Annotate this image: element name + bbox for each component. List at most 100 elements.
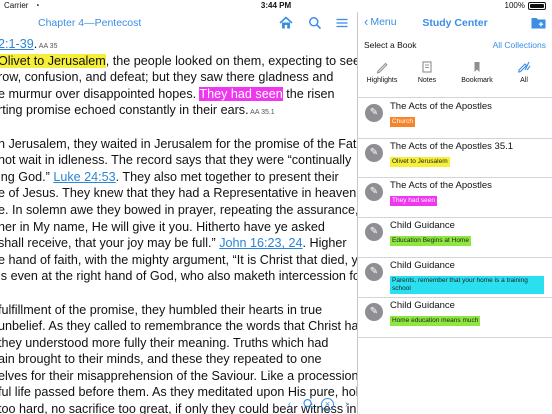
tab-notes-label: Notes: [417, 77, 437, 84]
text-line: elves for their misapprehension of the S…: [0, 368, 357, 385]
menu-icon[interactable]: [335, 16, 349, 30]
highlight-tag: Olivet to Jerusalem: [390, 157, 450, 167]
body-text: ain brought to their minds, and these th…: [0, 352, 322, 367]
reader-bottom-toolbar: ‹ × ›: [283, 396, 353, 412]
text-line: they understood more fully their meaning…: [0, 335, 348, 352]
tab-bookmark-label: Bookmark: [461, 77, 493, 84]
text-line: 2:1-39. AA 35: [0, 36, 348, 53]
body-text: . Higher: [302, 236, 347, 251]
all-icon: [518, 61, 531, 73]
body-text: is even at the right hand of God, who al…: [0, 269, 357, 284]
tab-all[interactable]: All: [500, 56, 548, 98]
reader-nav-bar: Chapter 4—Pentecost: [0, 12, 357, 34]
pencil-icon: ✎: [365, 104, 383, 122]
home-icon[interactable]: [279, 16, 293, 30]
text-line: Olivet to Jerusalem, the people looked o…: [0, 53, 357, 70]
find-icon[interactable]: [302, 397, 315, 411]
select-book-button[interactable]: Select a Book: [364, 40, 416, 50]
item-book-title: The Acts of the Apostles: [390, 101, 492, 112]
body-text: e hand of faith, with the mighty argumen…: [0, 252, 357, 267]
tab-all-label: All: [520, 77, 528, 84]
pencil-icon: ✎: [365, 183, 383, 201]
reader-pane: Chapter 4—Pentecost 2:1-39. AA 35 Olivet…: [0, 12, 357, 414]
text-line: n Jerusalem, they waited in Jerusalem fo…: [0, 136, 357, 153]
highlighted-text[interactable]: They had seen: [199, 86, 283, 101]
battery-indicator: 100%: [505, 1, 546, 10]
scripture-reference-link[interactable]: 2:1-39: [0, 37, 34, 51]
study-nav-bar: ‹ Menu Study Center: [358, 12, 552, 34]
list-item[interactable]: ✎ The Acts of the Apostles Church: [358, 99, 552, 139]
highlight-tag: Church: [390, 117, 415, 127]
highlight-tag: They had seen: [390, 196, 438, 206]
text-line: ing God.” Luke 24:53. They also met toge…: [0, 169, 348, 186]
scripture-reference-link[interactable]: Luke 24:53: [53, 170, 115, 184]
body-text: , the people looked on them, expecting t…: [105, 53, 357, 68]
text-line: shall receive, that your joy may be full…: [0, 235, 348, 252]
list-item[interactable]: ✎ Child Guidance Education Begins at Home: [358, 218, 552, 258]
tab-bookmark[interactable]: Bookmark: [453, 56, 501, 98]
body-text: not wait in idleness. The record says th…: [0, 153, 352, 168]
note-icon: [422, 61, 432, 73]
filter-tabs: Highlights Notes Bookmark All: [358, 56, 552, 98]
book-selector-row: Select a Book All Collections: [358, 38, 552, 54]
study-center-title: Study Center: [422, 17, 488, 29]
paragraph-reference: AA 35.1: [248, 109, 275, 117]
body-text: . They also met together to present thei…: [115, 169, 339, 184]
pencil-icon: ✎: [365, 144, 383, 162]
next-match-icon[interactable]: ›: [340, 397, 353, 411]
pencil-icon: ✎: [365, 303, 383, 321]
list-item[interactable]: ✎ The Acts of the Apostles They had seen: [358, 178, 552, 218]
pencil-icon: ✎: [365, 263, 383, 281]
body-text: fulfillment of the promise, they humbled…: [0, 302, 323, 317]
list-item[interactable]: ✎ The Acts of the Apostles 35.1 Olivet to …: [358, 139, 552, 178]
body-text: rting promise echoed constantly in their…: [0, 103, 249, 118]
tab-highlights[interactable]: Highlights: [358, 56, 406, 98]
close-search-icon[interactable]: ×: [321, 397, 334, 411]
battery-icon: [528, 1, 546, 10]
chapter-title[interactable]: Chapter 4—Pentecost: [38, 17, 141, 29]
text-line: her in My name, He will give it you. Hit…: [0, 219, 348, 236]
text-line: e. In solemn awe they bowed in prayer, r…: [0, 202, 357, 219]
item-book-title: The Acts of the Apostles 35.1: [390, 141, 514, 152]
pencil-icon: [376, 62, 388, 74]
text-line: [0, 119, 348, 136]
list-item[interactable]: ✎ Child Guidance Home education means much: [358, 298, 552, 338]
body-text: e. In solemn awe they bowed in prayer, r…: [0, 202, 357, 217]
body-text: the risen: [282, 86, 335, 101]
tab-notes[interactable]: Notes: [403, 56, 451, 98]
body-text: her in My name, He will give it you. Hit…: [0, 219, 325, 234]
status-bar: Carrier ◔ 3:44 PM 100%: [0, 0, 552, 12]
pencil-icon: ✎: [365, 223, 383, 241]
item-book-title: Child Guidance: [390, 220, 455, 231]
body-text: ing God.”: [0, 169, 54, 184]
text-line: [0, 285, 348, 302]
body-text: unbelief. As they called to remembrance …: [0, 319, 357, 334]
text-line: not wait in idleness. The record says th…: [0, 152, 352, 169]
text-line: e murmur over disappointed hopes. They h…: [0, 86, 348, 103]
search-icon[interactable]: [308, 16, 322, 30]
chapter-body-text[interactable]: 2:1-39. AA 35 Olivet to Jerusalem, the p…: [0, 36, 357, 414]
list-item[interactable]: ✎ Child Guidance Parents, remember that yo…: [358, 258, 552, 298]
body-text: e of Jesus. They knew that they had a Re…: [0, 186, 357, 201]
body-text: n Jerusalem, they waited in Jerusalem fo…: [0, 136, 357, 151]
text-line: is even at the right hand of God, who al…: [0, 268, 357, 285]
tab-highlights-label: Highlights: [366, 77, 398, 84]
battery-percent: 100%: [504, 1, 525, 10]
highlight-tag: Parents, remember that your home is a tr…: [390, 276, 544, 294]
text-line: rting promise echoed constantly in their…: [0, 102, 348, 119]
previous-match-icon[interactable]: ‹: [283, 397, 296, 411]
study-items-list: ✎ The Acts of the Apostles Church ✎ The Acts…: [358, 99, 552, 338]
new-folder-icon[interactable]: [531, 16, 546, 29]
item-book-title: The Acts of the Apostles: [390, 180, 492, 191]
item-book-title: Child Guidance: [390, 260, 455, 271]
highlight-tag: Education Begins at Home: [390, 236, 471, 246]
body-text: they understood more fully their meaning…: [0, 335, 329, 350]
scripture-reference-link[interactable]: John 16:23, 24: [219, 236, 302, 250]
text-line: row, confusion, and defeat; but they saw…: [0, 69, 348, 86]
bookmark-icon: [474, 62, 480, 72]
paragraph-reference: AA 35: [37, 43, 58, 50]
text-line: e of Jesus. They knew that they had a Re…: [0, 185, 357, 202]
highlighted-text[interactable]: Olivet to Jerusalem: [0, 53, 106, 68]
text-line: ain brought to their minds, and these th…: [0, 351, 348, 368]
all-collections-link[interactable]: All Collections: [493, 40, 546, 50]
